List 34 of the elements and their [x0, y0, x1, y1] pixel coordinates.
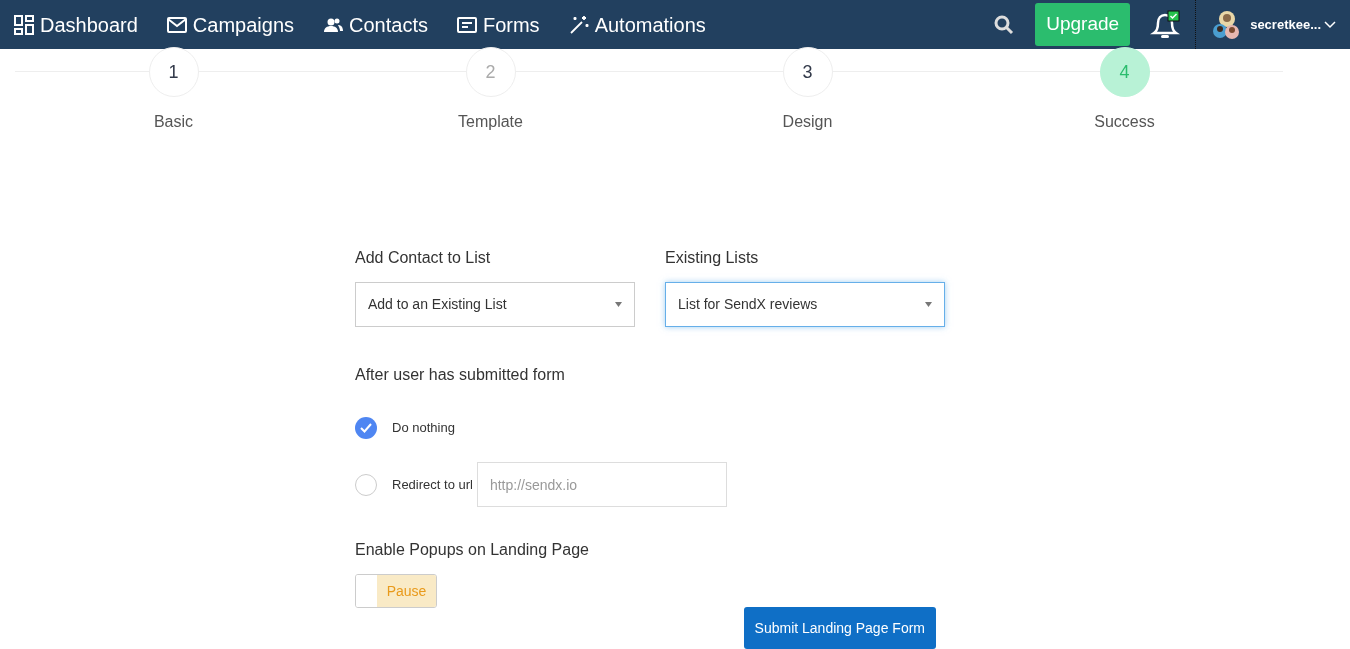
dropdown-select[interactable]: List for SendX reviews — [665, 282, 945, 327]
radio-button[interactable] — [355, 416, 377, 439]
field-label: Existing Lists — [665, 248, 760, 268]
radio-label: Redirect to url — [392, 475, 473, 494]
nav-link[interactable]: Campaigns — [166, 9, 294, 40]
step-label: Template — [458, 112, 523, 132]
step-label: Design — [782, 112, 833, 132]
field-label: Add Contact to List — [355, 248, 492, 268]
dropdown-select[interactable]: Add to an Existing List — [355, 282, 635, 327]
nav-link[interactable]: Dashboard — [14, 9, 138, 40]
nav-link[interactable]: Forms — [456, 9, 540, 40]
section-label: After user has submitted form — [355, 365, 566, 385]
chevron-down-icon — [1324, 20, 1336, 29]
grid-icon — [14, 14, 34, 35]
radio-label: Do nothing — [392, 418, 455, 437]
step-label: Basic — [153, 112, 194, 132]
caret-icon — [925, 302, 932, 307]
magic-wand-icon — [568, 14, 589, 35]
bell-icon[interactable] — [1150, 9, 1181, 40]
avatar-group-icon[interactable] — [1212, 9, 1241, 40]
user-menu-button[interactable]: secretkee... — [1250, 14, 1336, 35]
section-label: Enable Popups on Landing Page — [355, 540, 590, 560]
nav-link[interactable]: Contacts — [323, 9, 428, 40]
url-input[interactable]: http://sendx.io — [476, 462, 727, 507]
radio-button[interactable] — [355, 473, 377, 496]
nav-link[interactable]: Automations — [568, 9, 706, 40]
envelope-icon — [166, 14, 187, 35]
search-icon[interactable] — [994, 14, 1015, 35]
submit-button[interactable]: Submit Landing Page Form — [743, 607, 936, 649]
step-label: Success — [1094, 112, 1155, 132]
caret-icon — [615, 302, 622, 307]
check-icon — [360, 422, 372, 433]
form-icon — [456, 14, 477, 35]
toggle-label: Pause — [377, 575, 436, 607]
